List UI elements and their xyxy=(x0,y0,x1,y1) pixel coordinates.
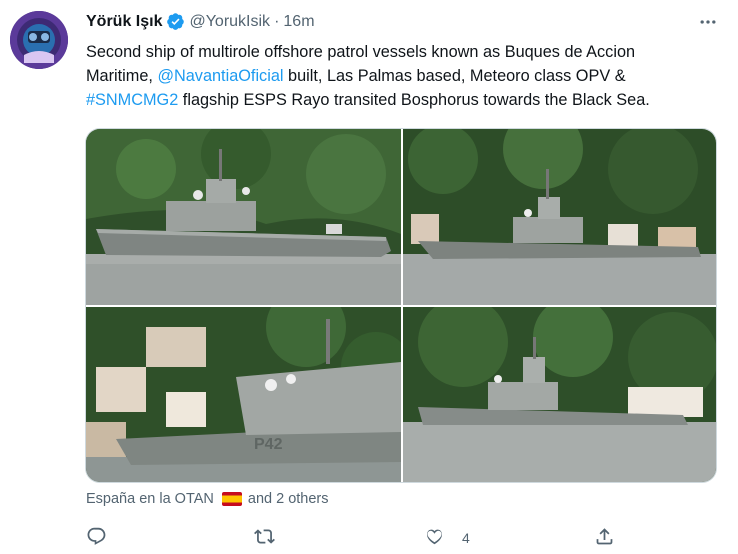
action-bar: 4 xyxy=(86,526,726,550)
reply-icon xyxy=(86,526,107,550)
spain-flag-icon xyxy=(221,492,242,506)
share-icon xyxy=(594,526,615,550)
tweet-header: Yörük Işık @YorukIsik · 16m xyxy=(86,12,315,31)
photo-3[interactable]: P42 xyxy=(86,307,401,482)
author-name[interactable]: Yörük Işık xyxy=(86,13,162,31)
media-grid: P42 xyxy=(85,128,717,483)
tweet-text-line-3: #SNMCMG2 flagship ESPS Rayo transited Bo… xyxy=(86,88,726,112)
tweet-text-line-1: Second ship of multirole offshore patrol… xyxy=(86,43,636,61)
social-context-suffix[interactable]: and 2 others xyxy=(248,491,329,507)
timestamp[interactable]: 16m xyxy=(283,13,314,31)
heart-icon xyxy=(424,526,445,550)
photo-2[interactable] xyxy=(403,129,716,305)
share-button[interactable] xyxy=(594,526,615,550)
like-button[interactable]: 4 xyxy=(424,526,470,550)
author-handle[interactable]: @YorukIsik xyxy=(189,13,270,31)
tweet-text-line-2: Maritime, @NavantiaOficial built, Las Pa… xyxy=(86,64,726,88)
reply-button[interactable] xyxy=(86,526,117,550)
mention-link[interactable]: @NavantiaOficial xyxy=(157,67,283,85)
like-count: 4 xyxy=(462,530,470,546)
photo-1[interactable] xyxy=(86,129,401,305)
retweet-icon xyxy=(254,526,275,550)
verified-badge-icon xyxy=(166,12,185,31)
text-fragment: Maritime, xyxy=(86,67,158,85)
social-context: España en la OTAN and 2 others xyxy=(86,491,329,507)
hull-marking: P42 xyxy=(254,436,283,453)
social-context-account[interactable]: España en la OTAN xyxy=(86,491,214,507)
photo-4[interactable] xyxy=(403,307,716,482)
hashtag-link[interactable]: #SNMCMG2 xyxy=(86,91,178,109)
more-options-icon[interactable] xyxy=(694,10,722,34)
avatar[interactable] xyxy=(10,11,68,69)
text-fragment: flagship ESPS Rayo transited Bosphorus t… xyxy=(178,91,650,109)
separator-dot: · xyxy=(274,12,280,30)
text-fragment: built, Las Palmas based, Meteoro class O… xyxy=(283,67,626,85)
tweet-text: Second ship of multirole offshore patrol… xyxy=(86,40,726,112)
tweet[interactable]: Yörük Işık @YorukIsik · 16m Second ship … xyxy=(0,0,738,554)
retweet-button[interactable] xyxy=(254,526,285,550)
